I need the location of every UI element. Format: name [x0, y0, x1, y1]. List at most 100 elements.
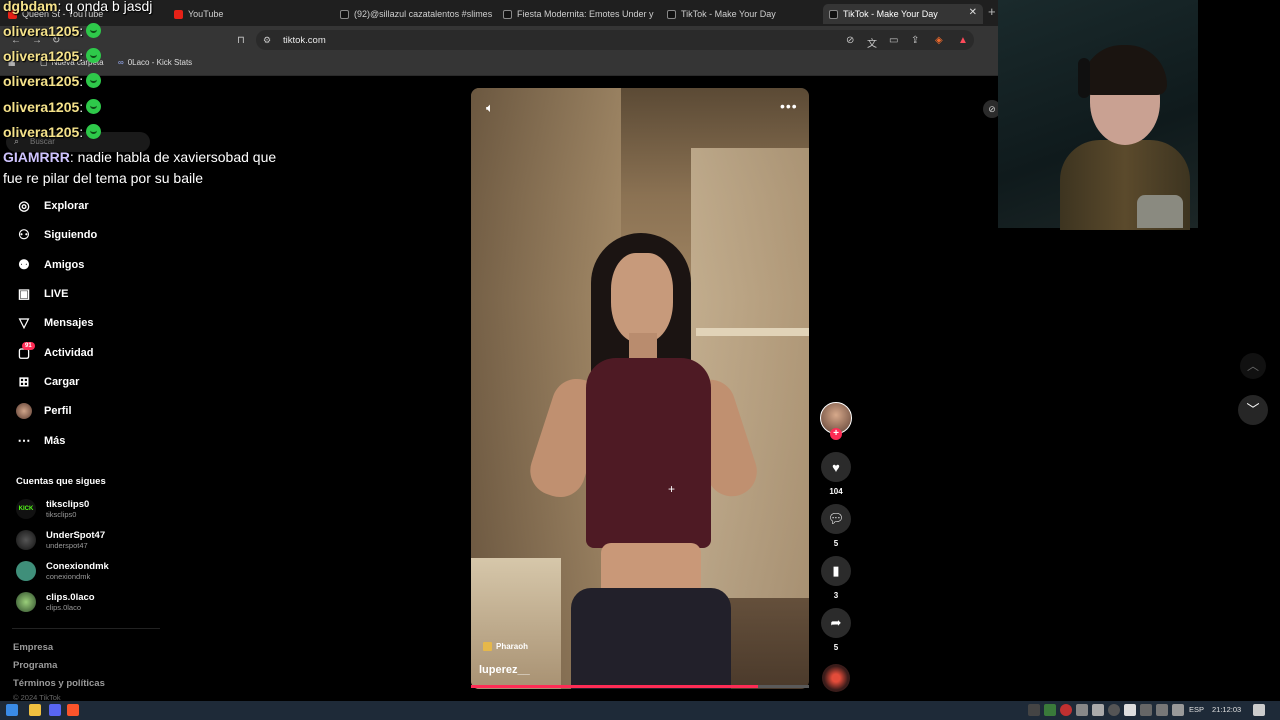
- bookmark-icon[interactable]: ⊓: [237, 35, 245, 46]
- share-icon[interactable]: ⇪: [911, 35, 919, 46]
- nav-explorar[interactable]: ◎ Explorar: [16, 198, 88, 214]
- tray-icon[interactable]: [1060, 704, 1072, 716]
- upload-icon: ⊞: [18, 374, 30, 389]
- tray-icon[interactable]: [1124, 704, 1136, 716]
- chat-message: olivera1205:: [3, 48, 102, 64]
- chat-message: olivera1205:: [3, 124, 102, 140]
- video-player[interactable]: [471, 88, 809, 689]
- following-account[interactable]: KICK tiksclips0 tiksclips0: [16, 499, 89, 519]
- cursor-icon: +: [668, 482, 676, 496]
- save-button[interactable]: ▮ 3: [821, 556, 851, 600]
- messages-icon: ▽: [19, 315, 29, 330]
- avatar: [16, 530, 36, 550]
- video-scene: [571, 588, 731, 689]
- start-icon[interactable]: [6, 704, 18, 716]
- bookmark-kick-stats[interactable]: ∞ 0Laco - Kick Stats: [118, 58, 192, 67]
- heart-icon: ♥: [821, 452, 851, 482]
- compass-icon: ◎: [18, 198, 30, 213]
- chat-message: dgbdam: q onda b jasdj: [3, 0, 153, 14]
- music-disc-icon[interactable]: [822, 664, 850, 692]
- volume-icon[interactable]: [1172, 704, 1184, 716]
- brave-rewards-icon[interactable]: ▲: [958, 35, 968, 46]
- notifications-icon[interactable]: [1253, 704, 1265, 716]
- new-tab-button[interactable]: +: [988, 4, 996, 19]
- emote-icon: [86, 124, 102, 139]
- tray-icon[interactable]: [1140, 704, 1152, 716]
- nav-amigos[interactable]: ⚉ Amigos: [16, 257, 84, 273]
- chat-message: olivera1205:: [3, 23, 102, 39]
- activity-badge: 91: [22, 342, 35, 350]
- music-icon: [483, 642, 492, 651]
- brave-icon[interactable]: [67, 704, 79, 716]
- music-tag[interactable]: Pharaoh: [483, 642, 528, 651]
- next-video-button[interactable]: ﹀: [1238, 395, 1268, 425]
- footer-link-programa[interactable]: Programa: [13, 660, 57, 671]
- site-info-icon[interactable]: ⚙: [263, 35, 271, 46]
- chat-message: olivera1205:: [3, 99, 102, 115]
- share-arrow-icon: ➦: [821, 608, 851, 638]
- translate-icon[interactable]: 文: [867, 35, 877, 50]
- tray-icon[interactable]: [1108, 704, 1120, 716]
- video-scene: [696, 328, 809, 336]
- nav-perfil[interactable]: Perfil: [16, 403, 72, 419]
- tiktok-icon: [667, 9, 676, 19]
- follow-plus-icon[interactable]: +: [830, 428, 842, 440]
- like-button[interactable]: ♥ 104: [821, 452, 851, 496]
- video-scene: [611, 253, 673, 343]
- discord-icon[interactable]: [49, 704, 61, 716]
- divider: [12, 628, 160, 629]
- webcam-feed: [1137, 195, 1183, 228]
- chat-message: olivera1205:: [3, 73, 102, 89]
- link-icon: ∞: [118, 58, 124, 67]
- avatar: [16, 561, 36, 581]
- emote-icon: [86, 73, 102, 88]
- previous-video-button[interactable]: ︿: [1240, 353, 1266, 379]
- live-icon: ▣: [17, 286, 31, 301]
- cast-icon[interactable]: ▭: [889, 35, 898, 46]
- tiktok-icon: [829, 9, 838, 19]
- comment-button[interactable]: 💬︎ 5: [821, 504, 851, 548]
- chat-message-continued: fue re pilar del tema por su baile: [3, 170, 203, 186]
- tray-icon[interactable]: [1092, 704, 1104, 716]
- following-account[interactable]: UnderSpot47 underspot47: [16, 530, 105, 550]
- close-tab-icon[interactable]: ✕: [969, 7, 977, 18]
- video-author[interactable]: luperez__: [479, 664, 530, 676]
- youtube-icon: [174, 9, 183, 19]
- following-account[interactable]: clips.0laco clips.0laco: [16, 592, 95, 612]
- tab-tiktok-make-your-day[interactable]: TikTok - Make Your Day: [661, 4, 819, 24]
- tray-icon[interactable]: [1044, 704, 1056, 716]
- following-account[interactable]: Conexiondmk conexiondmk: [16, 561, 109, 581]
- windows-taskbar: [0, 701, 1280, 720]
- video-progress-fill: [471, 685, 759, 688]
- tab-tiktok-fiesta[interactable]: Fiesta Modernita: Emotes Under y M: [497, 4, 655, 24]
- video-more-icon[interactable]: •••: [780, 98, 798, 114]
- chat-message: GIAMRRR: nadie habla de xaviersobad que: [3, 149, 277, 165]
- brave-shield-icon[interactable]: ◈: [935, 35, 943, 46]
- clock[interactable]: 21:12:03: [1212, 705, 1241, 714]
- network-icon[interactable]: [1156, 704, 1168, 716]
- following-icon: ⚇: [18, 227, 30, 242]
- tab-youtube[interactable]: YouTube: [168, 4, 328, 24]
- file-explorer-icon[interactable]: [29, 704, 41, 716]
- volume-icon[interactable]: 🔈︎: [486, 100, 494, 116]
- nav-mas[interactable]: ⋯ Más: [16, 433, 66, 449]
- emote-icon: [86, 99, 102, 114]
- video-progress[interactable]: [471, 685, 809, 688]
- tray-icon[interactable]: [1076, 704, 1088, 716]
- language-indicator[interactable]: ESP: [1189, 705, 1204, 714]
- nav-mensajes[interactable]: ▽ Mensajes: [16, 315, 94, 331]
- footer-link-empresa[interactable]: Empresa: [13, 642, 53, 653]
- no-tracking-icon[interactable]: ⊘: [846, 35, 854, 46]
- nav-cargar[interactable]: ⊞ Cargar: [16, 374, 80, 390]
- footer-link-terminos[interactable]: Términos y políticas: [13, 678, 105, 689]
- tab-tiktok-sillazul[interactable]: (92)@sillazul cazatalentos #slimesant: [334, 4, 492, 24]
- tab-tiktok-active[interactable]: TikTok - Make Your Day ✕: [823, 4, 983, 24]
- more-icon: ⋯: [17, 433, 31, 448]
- video-scene: [586, 358, 711, 548]
- friends-icon: ⚉: [18, 257, 30, 272]
- nav-live[interactable]: ▣ LIVE: [16, 286, 69, 302]
- share-button[interactable]: ➦ 5: [821, 608, 851, 652]
- nav-siguiendo[interactable]: ⚇ Siguiendo: [16, 227, 97, 243]
- url-text[interactable]: tiktok.com: [283, 35, 326, 46]
- tray-icon[interactable]: [1028, 704, 1040, 716]
